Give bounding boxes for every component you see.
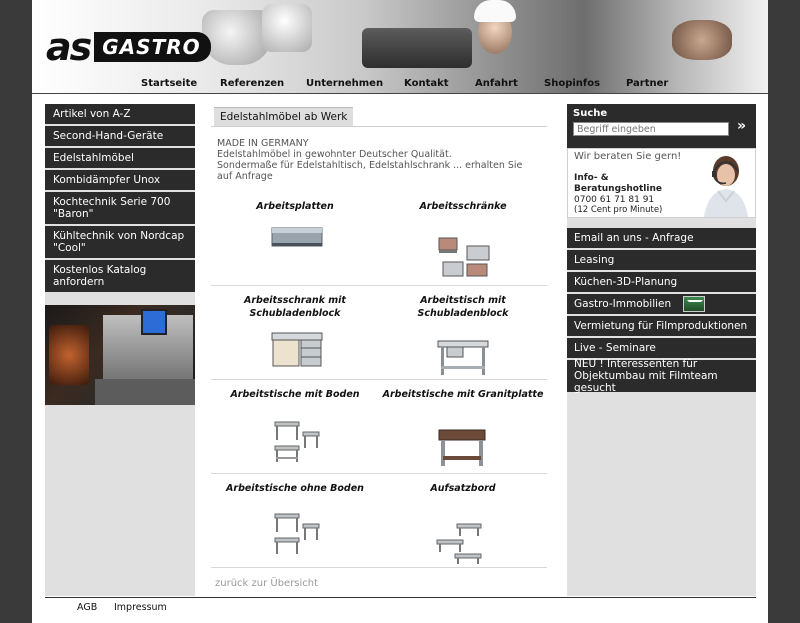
hotline-slogan: Wir beraten Sie gern! [574, 151, 682, 162]
nav-anfahrt[interactable]: Anfahrt [475, 78, 518, 89]
hotline-panel[interactable]: Wir beraten Sie gern! Info- & Beratungsh… [567, 148, 756, 218]
banner-chef-hat-image [474, 0, 516, 22]
section-divider [211, 126, 547, 127]
product-title: Arbeitstische mit Granitplatte [382, 389, 544, 400]
left-nav-item-kochtechnik[interactable]: Kochtechnik Serie 700 "Baron" [45, 192, 195, 224]
top-nav: Startseite Referenzen Unternehmen Kontak… [32, 74, 768, 94]
intro-custom-sizes: Sondermaße für Edelstahltisch, Edelstahl… [217, 160, 523, 182]
banner-stove-image [362, 28, 472, 68]
product-image[interactable] [435, 522, 485, 566]
footer-link-impressum[interactable]: Impressum [114, 602, 167, 613]
product-image[interactable] [437, 340, 489, 378]
product-title: Aufsatzbord [430, 483, 496, 494]
product-row: Arbeitsschrank mit Schubladenblock Arbei… [211, 286, 547, 380]
search-submit-icon[interactable]: » [737, 118, 746, 134]
left-nav-item-second-hand[interactable]: Second-Hand-Geräte [45, 126, 195, 146]
hotline-title: Info- & Beratungshotline [574, 173, 662, 194]
immobilien-house-icon [683, 296, 706, 312]
back-to-overview-link[interactable]: zurück zur Übersicht [215, 578, 318, 589]
showroom-photo-wall [49, 325, 89, 385]
banner-pot-image [262, 4, 312, 52]
product-arbeitstische-granit[interactable]: Arbeitstische mit Granitplatte [379, 380, 547, 473]
logo-as-text: as [46, 25, 92, 69]
product-arbeitsschraenke[interactable]: Arbeitsschränke [379, 192, 547, 285]
product-image[interactable] [437, 428, 487, 468]
left-nav-item-kombidaempfer[interactable]: Kombidämpfer Unox [45, 170, 195, 190]
header-divider [32, 93, 768, 94]
product-image[interactable] [273, 420, 321, 464]
showroom-photo[interactable] [45, 305, 195, 405]
nav-kontakt[interactable]: Kontakt [404, 78, 449, 89]
product-title: Arbeitsplatten [256, 201, 334, 212]
right-nav-item-kuechenplanung[interactable]: Küchen-3D-Planung [567, 272, 756, 292]
nav-referenzen[interactable]: Referenzen [220, 78, 284, 89]
showroom-photo-screen [141, 309, 167, 335]
hotline-phone: 0700 61 71 81 91 [574, 195, 655, 205]
product-arbeitsplatten[interactable]: Arbeitsplatten [211, 192, 379, 285]
header-banner: as GASTRO Startseite Referenzen Unterneh… [32, 0, 768, 94]
product-arbeitsschrank-schubladen[interactable]: Arbeitsschrank mit Schubladenblock [211, 286, 379, 379]
right-nav-item-immobilien[interactable]: Gastro-Immobilien [567, 294, 756, 314]
search-panel: Suche » [567, 104, 756, 148]
intro-quality: Edelstahlmöbel in gewohnter Deutscher Qu… [217, 149, 452, 160]
search-label: Suche [573, 108, 608, 119]
footer-link-agb[interactable]: AGB [77, 602, 97, 613]
left-nav-item-artikel[interactable]: Artikel von A-Z [45, 104, 195, 124]
main-content: Edelstahlmöbel ab Werk MADE IN GERMANY E… [211, 104, 547, 596]
hotline-agent-image [704, 156, 748, 217]
section-title: Edelstahlmöbel ab Werk [214, 107, 354, 126]
left-nav-item-kuehltechnik[interactable]: Kühltechnik von Nordcap "Cool" [45, 226, 195, 258]
left-nav: Artikel von A-Z Second-Hand-Geräte Edels… [45, 104, 195, 292]
right-nav-item-label: Gastro-Immobilien [574, 298, 672, 310]
logo-gastro-text: GASTRO [94, 32, 211, 62]
right-nav-item-objektumbau[interactable]: NEU ! Interessenten für Objektumbau mit … [567, 358, 756, 394]
banner-hand-image [672, 20, 732, 60]
intro-text: MADE IN GERMANY Edelstahlmöbel in gewohn… [217, 138, 537, 182]
product-arbeitstische-boden[interactable]: Arbeitstische mit Boden [211, 380, 379, 473]
nav-partner[interactable]: Partner [626, 78, 668, 89]
product-arbeitstisch-schubladen[interactable]: Arbeitstisch mit Schubladenblock [379, 286, 547, 379]
product-title: Arbeitsschrank mit Schubladenblock [244, 295, 346, 319]
product-title: Arbeitsschränke [419, 201, 507, 212]
footer-divider [45, 597, 756, 598]
right-sidebar: Suche » Wir beraten Sie gern! Info- & Be… [567, 104, 756, 596]
product-title: Arbeitstische mit Boden [230, 389, 360, 400]
hotline-note: (12 Cent pro Minute) [574, 205, 663, 215]
product-title: Arbeitstisch mit Schubladenblock [417, 295, 509, 319]
right-nav-item-email[interactable]: Email an uns - Anfrage [567, 228, 756, 248]
nav-shopinfos[interactable]: Shopinfos [544, 78, 600, 89]
page: as GASTRO Startseite Referenzen Unterneh… [32, 0, 768, 623]
right-nav-item-vermietung[interactable]: Vermietung für Filmproduktionen [567, 316, 756, 336]
product-image[interactable] [437, 236, 493, 280]
left-nav-item-edelstahlmoebel[interactable]: Edelstahlmöbel [45, 148, 195, 168]
product-row: Arbeitstische mit Boden Arbeitstische mi… [211, 380, 547, 474]
product-image[interactable] [273, 512, 321, 556]
left-nav-item-katalog[interactable]: Kostenlos Katalog anfordern [45, 260, 195, 292]
right-nav-item-seminare[interactable]: Live - Seminare [567, 338, 756, 358]
site-logo[interactable]: as GASTRO [46, 25, 211, 69]
right-nav-item-leasing[interactable]: Leasing [567, 250, 756, 270]
nav-startseite[interactable]: Startseite [141, 78, 197, 89]
search-input[interactable] [573, 122, 729, 136]
product-row: Arbeitsplatten Arbeitsschränke [211, 192, 547, 286]
product-image[interactable] [271, 332, 323, 370]
nav-unternehmen[interactable]: Unternehmen [306, 78, 383, 89]
showroom-photo-counter [95, 379, 195, 405]
product-aufsatzbord[interactable]: Aufsatzbord [379, 474, 547, 567]
product-image[interactable] [271, 226, 323, 250]
product-arbeitstische-ohne-boden[interactable]: Arbeitstische ohne Boden [211, 474, 379, 567]
product-title: Arbeitstische ohne Boden [226, 483, 364, 494]
right-nav: Email an uns - Anfrage Leasing Küchen-3D… [567, 228, 756, 394]
product-row: Arbeitstische ohne Boden Aufsatzbord [211, 474, 547, 568]
product-grid: Arbeitsplatten Arbeitsschränke Arbeitssc… [211, 192, 547, 568]
intro-made-in-germany: MADE IN GERMANY [217, 138, 309, 149]
left-sidebar: Artikel von A-Z Second-Hand-Geräte Edels… [45, 104, 195, 596]
